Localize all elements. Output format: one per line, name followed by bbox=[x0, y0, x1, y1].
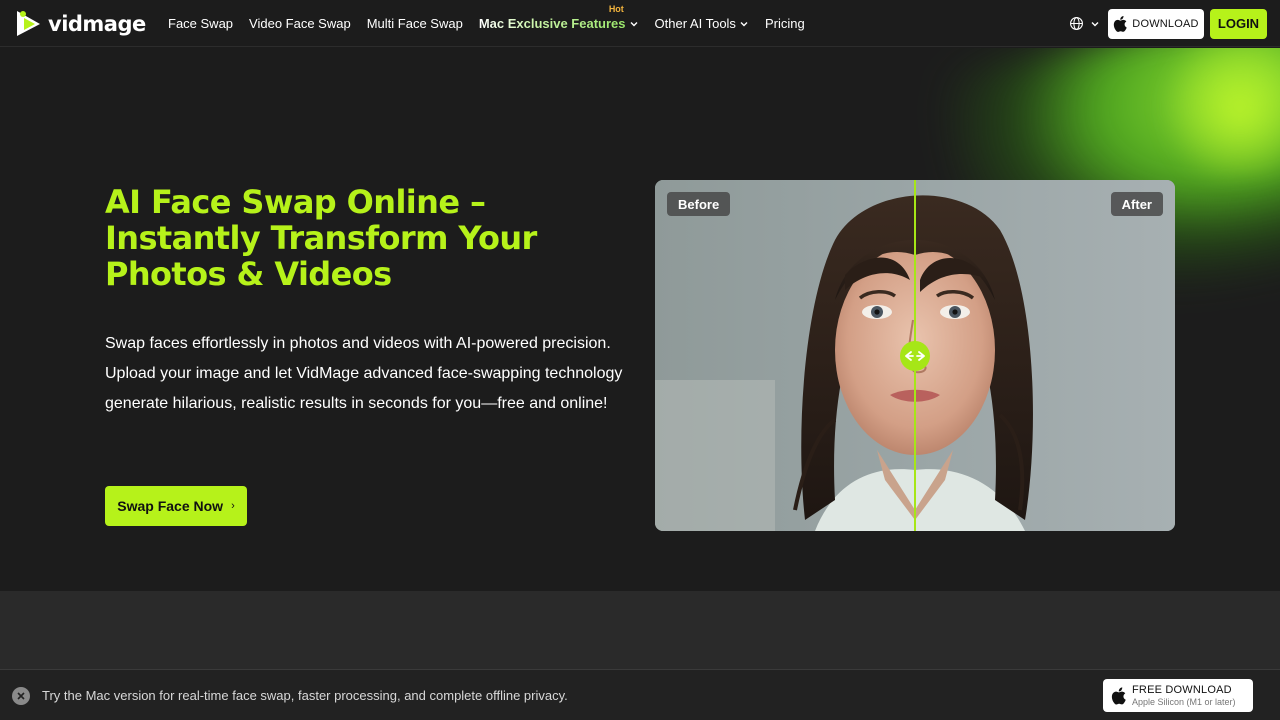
left-right-arrows-icon bbox=[905, 351, 925, 361]
nav-video-face-swap[interactable]: Video Face Swap bbox=[249, 16, 351, 31]
chevron-down-icon bbox=[1091, 21, 1099, 26]
promo-message: Try the Mac version for real-time face s… bbox=[42, 688, 568, 703]
logo-text: vidmage bbox=[48, 11, 146, 36]
mac-promo-bar: Try the Mac version for real-time face s… bbox=[0, 669, 1280, 720]
vidmage-logo[interactable]: vidmage bbox=[14, 7, 146, 40]
nav-pricing-label: Pricing bbox=[764, 16, 805, 31]
free-download-text: FREE DOWNLOAD Apple Silicon (M1 or later… bbox=[1132, 684, 1236, 708]
nav-mac-exclusive-features[interactable]: Mac Exclusive Features Hot bbox=[478, 4, 639, 31]
apple-icon bbox=[1114, 15, 1127, 32]
chevron-right-icon: › bbox=[231, 500, 235, 512]
swap-face-now-button[interactable]: Swap Face Now › bbox=[105, 486, 247, 526]
nav-video-face-swap-label: Video Face Swap bbox=[249, 16, 351, 31]
green-glow-highlight bbox=[1150, 48, 1280, 178]
globe-icon bbox=[1070, 17, 1083, 30]
nav-face-swap-label: Face Swap bbox=[168, 16, 234, 31]
language-selector[interactable] bbox=[1069, 16, 1100, 31]
before-label: Before bbox=[667, 192, 731, 216]
download-button-label: DOWNLOAD bbox=[1132, 17, 1199, 30]
top-nav: vidmage Face Swap Video Face Swap Multi … bbox=[0, 0, 1280, 47]
nav-other-ai-tools[interactable]: Other AI Tools bbox=[655, 16, 749, 31]
free-download-button[interactable]: FREE DOWNLOAD Apple Silicon (M1 or later… bbox=[1103, 679, 1253, 712]
download-button[interactable]: DOWNLOAD bbox=[1108, 8, 1204, 39]
nav-other-ai-tools-label: Other AI Tools bbox=[654, 16, 736, 31]
next-section bbox=[0, 591, 1280, 669]
after-label: After bbox=[1110, 192, 1163, 216]
apple-icon bbox=[1111, 686, 1126, 704]
close-promo-button[interactable] bbox=[12, 687, 30, 705]
nav-links: Face Swap Video Face Swap Multi Face Swa… bbox=[168, 0, 821, 47]
before-after-comparison[interactable]: Before After bbox=[655, 180, 1175, 531]
chevron-down-icon bbox=[630, 21, 638, 26]
swap-face-now-label: Swap Face Now bbox=[117, 498, 224, 514]
hero-title: AI Face Swap Online – Instantly Transfor… bbox=[105, 183, 537, 293]
hero-description: Swap faces effortlessly in photos and vi… bbox=[105, 335, 623, 412]
free-download-subtitle: Apple Silicon (M1 or later) bbox=[1132, 696, 1236, 707]
nav-face-swap[interactable]: Face Swap bbox=[168, 16, 233, 31]
nav-multi-face-swap[interactable]: Multi Face Swap bbox=[367, 16, 463, 31]
login-button[interactable]: LOGIN bbox=[1210, 8, 1267, 39]
nav-pricing[interactable]: Pricing bbox=[765, 16, 805, 31]
nav-multi-face-swap-label: Multi Face Swap bbox=[366, 16, 463, 31]
nav-actions: DOWNLOAD LOGIN bbox=[1069, 0, 1280, 47]
free-download-title: FREE DOWNLOAD bbox=[1132, 683, 1232, 696]
login-button-label: LOGIN bbox=[1217, 16, 1260, 31]
chevron-down-icon bbox=[740, 21, 748, 26]
close-icon bbox=[17, 692, 25, 700]
logo-icon bbox=[17, 11, 40, 36]
comparison-slider-handle[interactable] bbox=[900, 341, 930, 371]
nav-mac-exclusive-label: Mac Exclusive Features bbox=[478, 16, 626, 31]
hero-section: AI Face Swap Online – Instantly Transfor… bbox=[0, 48, 1280, 591]
hot-badge: Hot bbox=[608, 4, 624, 14]
